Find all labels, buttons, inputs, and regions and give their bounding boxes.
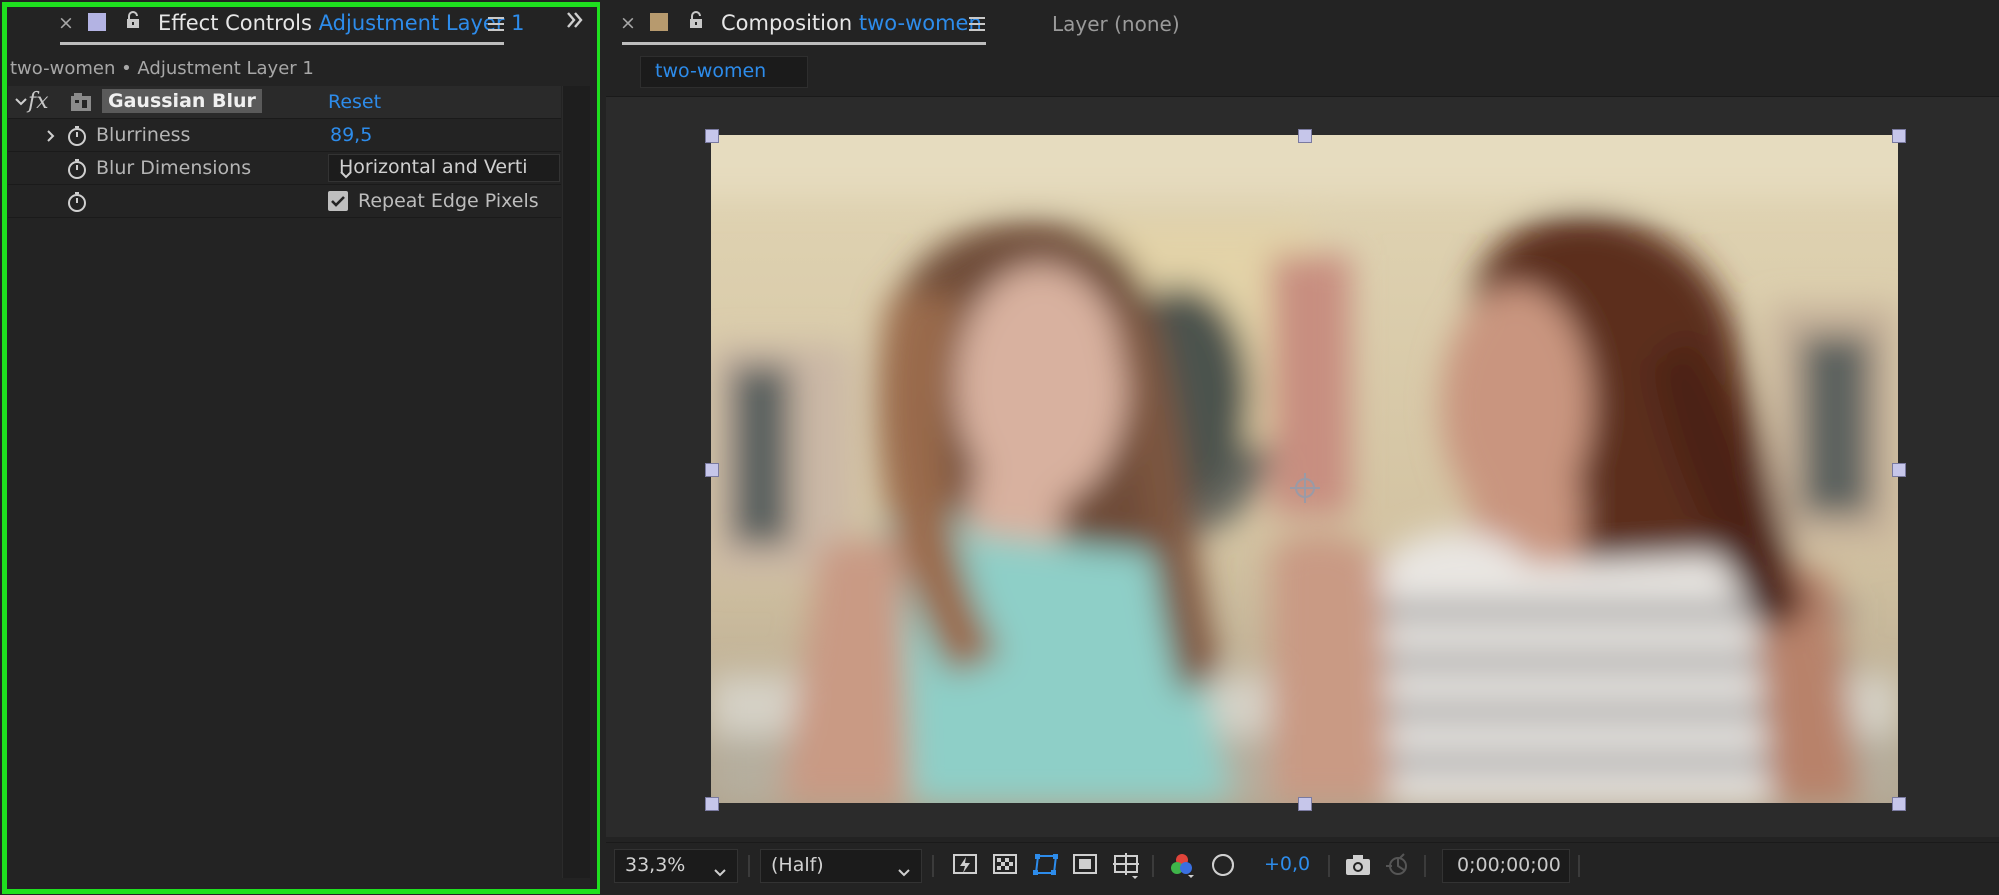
blurriness-label: Blurriness [96, 124, 191, 146]
chevron-down-icon [713, 861, 727, 883]
transform-handle-top-right[interactable] [1892, 129, 1906, 143]
transform-handle-bottom-right[interactable] [1892, 797, 1906, 811]
show-snapshot-icon [1384, 852, 1412, 878]
property-row-blur-dimensions: Blur Dimensions Horizontal and Verti [8, 152, 561, 185]
transform-handle-top-left[interactable] [705, 129, 719, 143]
chevron-down-icon[interactable] [14, 94, 28, 108]
transform-handle-left[interactable] [705, 463, 719, 477]
toolbar-separator [1424, 855, 1426, 877]
transform-handle-bottom-left[interactable] [705, 797, 719, 811]
transform-handle-right[interactable] [1892, 463, 1906, 477]
repeat-edge-checkbox[interactable] [328, 191, 348, 211]
camera-icon[interactable] [1344, 852, 1372, 878]
fx-toggle-icon[interactable]: fx [28, 89, 49, 114]
toolbar-separator [1328, 855, 1330, 877]
composition-subtab-label: two-women [655, 60, 767, 82]
anchor-point-icon[interactable] [1287, 470, 1323, 506]
comp-frame[interactable] [711, 135, 1898, 803]
effect-row-gaussian-blur[interactable]: fx Gaussian Blur Reset [8, 86, 561, 119]
stopwatch-icon[interactable] [66, 158, 88, 180]
effects-list: fx Gaussian Blur Reset Blurriness 89,5 B… [8, 86, 561, 218]
composition-subtab[interactable]: two-women [640, 56, 808, 88]
property-row-blurriness: Blurriness 89,5 [8, 119, 561, 152]
chevron-down-icon [339, 163, 551, 181]
blurred-video-frame [711, 135, 1898, 803]
color-channels-icon[interactable] [1168, 852, 1196, 880]
composition-viewer[interactable] [606, 96, 1999, 837]
stopwatch-icon[interactable] [66, 125, 88, 147]
mask-path-visibility-icon[interactable] [1032, 852, 1060, 878]
composition-panel: × Composition two-women Layer (none) two… [600, 0, 1999, 895]
lock-icon[interactable] [125, 11, 141, 29]
panel-menu-icon[interactable] [488, 17, 504, 31]
composition-name: two-women [858, 11, 982, 35]
active-tab-underline [622, 42, 986, 45]
toolbar-separator [1152, 855, 1154, 877]
repeat-edge-label: Repeat Edge Pixels [358, 190, 539, 212]
viewer-toolbar: 33,3% (Half) +0,0 0;00;00;00 [606, 842, 1999, 888]
chevron-down-icon [897, 861, 911, 883]
resolution-value: (Half) [771, 854, 824, 876]
zoom-dropdown[interactable]: 33,3% [614, 849, 738, 883]
panel-menu-icon[interactable] [969, 17, 985, 31]
active-tab-underline [60, 42, 504, 45]
toolbar-separator [932, 855, 934, 877]
panel-overflow-icon[interactable] [565, 10, 585, 30]
transparency-grid-icon[interactable] [992, 852, 1018, 878]
reset-button[interactable]: Reset [328, 91, 381, 113]
current-time-field[interactable]: 0;00;00;00 [1442, 849, 1570, 883]
property-row-repeat-edge: Repeat Edge Pixels [8, 185, 561, 218]
comp-color-swatch [650, 13, 668, 31]
blurriness-value[interactable]: 89,5 [330, 124, 372, 146]
layer-viewer-tab[interactable]: Layer (none) [1052, 12, 1180, 36]
reset-exposure-icon[interactable] [1210, 852, 1236, 878]
zoom-value: 33,3% [625, 854, 686, 876]
effect-name[interactable]: Gaussian Blur [102, 89, 262, 113]
chevron-right-icon[interactable] [44, 128, 58, 142]
grid-guides-icon[interactable] [1112, 852, 1140, 880]
timecode-value: 0;00;00;00 [1457, 854, 1561, 876]
fast-previews-icon[interactable] [952, 852, 978, 878]
blur-dimensions-label: Blur Dimensions [96, 157, 252, 179]
breadcrumb: two-women • Adjustment Layer 1 [10, 58, 314, 79]
transform-handle-bottom[interactable] [1298, 797, 1312, 811]
effect-controls-title: Effect Controls Adjustment Layer 1 [158, 11, 525, 35]
composition-title: Composition two-women [721, 11, 982, 35]
stopwatch-icon[interactable] [66, 191, 88, 213]
effect-preset-icon [70, 92, 92, 116]
toolbar-separator [1578, 855, 1580, 877]
region-of-interest-icon[interactable] [1072, 852, 1098, 878]
layer-color-swatch [88, 13, 106, 31]
exposure-value[interactable]: +0,0 [1264, 853, 1310, 875]
close-tab-button[interactable]: × [58, 12, 74, 34]
resolution-dropdown[interactable]: (Half) [760, 849, 922, 883]
transform-handle-top[interactable] [1298, 129, 1312, 143]
panel-scrollbar[interactable] [562, 86, 590, 878]
close-tab-button[interactable]: × [620, 12, 636, 34]
lock-icon[interactable] [688, 11, 704, 29]
effect-controls-panel: × Effect Controls Adjustment Layer 1 two… [0, 0, 602, 895]
blur-dimensions-dropdown[interactable]: Horizontal and Verti [328, 154, 560, 182]
toolbar-separator [748, 855, 750, 877]
